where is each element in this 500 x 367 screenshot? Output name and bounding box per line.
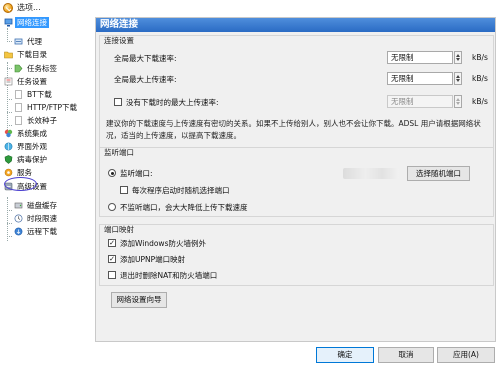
settings-panel: 网络连接 连接设置 全局最大下载速率: 无限制 kB/s 全局最大上传速率: 无… [95, 17, 496, 342]
app-icon [3, 3, 13, 13]
tree-connector [7, 236, 12, 237]
max-upload-unit: kB/s [472, 74, 488, 83]
remove-nat-label: 退出时删除NAT和防火墙端口 [120, 271, 218, 280]
random-each-start-label: 每次程序启动时随机选择端口 [132, 186, 230, 195]
title-bar: 选项... [0, 0, 500, 16]
tree-connector [7, 197, 8, 241]
max-download-label: 全局最大下载速率: [114, 54, 177, 63]
listen-port-input[interactable] [343, 168, 399, 179]
random-each-start-checkbox[interactable] [120, 186, 128, 194]
no-task-upload-input[interactable]: 无限制 [387, 95, 453, 108]
panel-title: 网络连接 [96, 18, 495, 32]
network-wizard-button[interactable]: 网络设置向导 [111, 292, 167, 308]
no-task-upload-spinner[interactable] [454, 95, 462, 108]
tree-connector [7, 125, 12, 126]
no-listen-radio[interactable] [108, 203, 116, 211]
page-icon [15, 116, 22, 125]
disk-icon [14, 202, 23, 209]
tag-icon [14, 64, 23, 73]
no-task-upload-label: 没有下载时的最大上传速率: [126, 98, 219, 107]
tree-connector [7, 28, 8, 42]
firewall-checkbox[interactable]: ✓ [108, 239, 116, 247]
proxy-icon [14, 38, 23, 45]
shield-icon [4, 155, 13, 164]
cancel-button[interactable]: 取消 [378, 347, 434, 363]
options-tree: 网络连接 代理 下载目录 任务标签 任务设置 BT下载 HTTP/FTP下载 长… [1, 17, 93, 342]
remove-nat-checkbox[interactable] [108, 271, 116, 279]
apply-button[interactable]: 应用(A) [437, 347, 495, 363]
max-upload-spinner[interactable] [454, 72, 462, 85]
max-upload-label: 全局最大上传速率: [114, 75, 177, 84]
page-icon [15, 103, 22, 112]
tree-connector [7, 41, 12, 42]
port-mapping-group: 端口映射 ✓ 添加Windows防火墙例外 ✓ 添加UPNP端口映射 退出时删除… [99, 224, 494, 286]
clock-icon [14, 214, 23, 223]
integration-icon [4, 129, 13, 138]
upnp-label: 添加UPNP端口映射 [120, 255, 186, 264]
listen-group-title: 监听端口 [104, 148, 134, 157]
mapping-group-title: 端口映射 [104, 225, 134, 234]
tree-connector [7, 210, 12, 211]
no-listen-label: 不监听端口，会大大降低上传下载速度 [120, 203, 248, 212]
folder-icon [4, 51, 13, 59]
tree-connector [7, 68, 12, 69]
max-download-spinner[interactable] [454, 51, 462, 64]
task-settings-icon [4, 77, 13, 86]
max-download-input[interactable]: 无限制 [387, 51, 453, 64]
listen-port-label: 监听端口: [120, 169, 153, 178]
listen-port-radio[interactable] [108, 169, 116, 177]
highlight-circle [4, 177, 37, 191]
tree-connector [7, 99, 12, 100]
window-title: 选项... [17, 3, 41, 12]
connection-info-text: 建议你的下载速度与上传速度有密切的关系。如果不上传给别人，别人也不会让你下载。A… [106, 119, 481, 140]
connection-group-title: 连接设置 [104, 36, 134, 45]
tree-connector [7, 112, 12, 113]
max-download-unit: kB/s [472, 53, 488, 62]
appearance-icon [4, 142, 13, 151]
ok-button[interactable]: 确定 [316, 347, 374, 363]
service-icon [4, 168, 13, 177]
no-task-upload-checkbox[interactable] [114, 98, 122, 106]
upnp-checkbox[interactable]: ✓ [108, 255, 116, 263]
connection-settings-group: 连接设置 全局最大下载速率: 无限制 kB/s 全局最大上传速率: 无限制 kB… [99, 35, 494, 161]
firewall-label: 添加Windows防火墙例外 [120, 239, 206, 248]
page-icon [15, 90, 22, 99]
tree-connector [7, 223, 12, 224]
network-icon [4, 18, 13, 27]
remote-icon [14, 227, 23, 236]
options-window: 选项... 网络连接 代理 下载目录 任务标签 任务设置 BT下载 HTTP/F… [0, 0, 500, 367]
max-upload-input[interactable]: 无限制 [387, 72, 453, 85]
listen-port-group: 监听端口 监听端口: 选择随机端口 每次程序启动时随机选择端口 不监听端口，会大… [99, 147, 494, 217]
random-port-button[interactable]: 选择随机端口 [407, 166, 470, 181]
no-task-upload-unit: kB/s [472, 97, 488, 106]
